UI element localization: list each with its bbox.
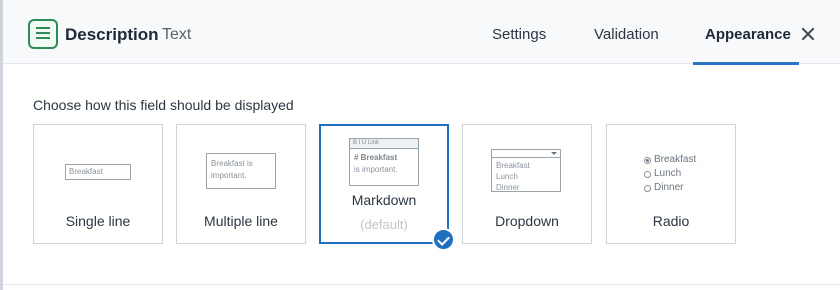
tab-appearance-label: Appearance (705, 26, 791, 43)
radio-icon (644, 170, 651, 178)
dropdown-preview: Breakfast Lunch Dinner (491, 149, 561, 192)
preview-item: Lunch (496, 172, 518, 181)
check-circle-icon (432, 228, 455, 251)
active-tab-indicator (693, 62, 799, 65)
option-label: Radio (652, 213, 690, 229)
option-label: Markdown (351, 192, 417, 208)
option-label: Single line (65, 213, 131, 229)
markdown-preview: B I U Link # Breakfast is important. (349, 138, 419, 186)
preview-item: Breakfast (654, 154, 697, 165)
tab-validation[interactable]: Validation (594, 26, 659, 43)
multiple-line-preview: Breakfast is important. (206, 153, 276, 189)
radio-preview: Breakfast Lunch Dinner (644, 153, 696, 195)
radio-icon (644, 156, 651, 164)
preview-item: Breakfast (496, 161, 530, 170)
single-line-preview: Breakfast (65, 164, 131, 180)
field-title: Description (65, 25, 159, 44)
chevron-down-icon (492, 150, 560, 158)
text-lines-icon (28, 19, 58, 49)
tab-settings[interactable]: Settings (492, 26, 546, 43)
markdown-toolbar: B I U Link (350, 139, 418, 149)
preview-item: Dinner (654, 182, 684, 193)
preview-line: Breakfast is (211, 159, 253, 168)
option-markdown[interactable]: B I U Link # Breakfast is important. Mar… (319, 124, 449, 244)
option-radio[interactable]: Breakfast Lunch Dinner Radio (606, 124, 736, 244)
preview-item: Dinner (496, 183, 520, 192)
appearance-prompt: Choose how this field should be displaye… (33, 97, 294, 113)
field-type: Text (162, 26, 192, 43)
option-label: Dropdown (495, 213, 559, 229)
option-dropdown[interactable]: Breakfast Lunch Dinner Dropdown (462, 124, 592, 244)
dialog-header: Description Text Settings Validation App… (3, 0, 840, 65)
default-note: (default) (360, 217, 408, 232)
tab-appearance[interactable]: Appearance (693, 0, 799, 65)
divider (3, 284, 840, 285)
preview-line: is important. (354, 165, 398, 174)
preview-item: Lunch (654, 168, 682, 179)
option-multiple-line[interactable]: Breakfast is important. Multiple line (176, 124, 306, 244)
option-single-line[interactable]: Breakfast Single line (33, 124, 163, 244)
radio-icon (644, 184, 651, 192)
preview-line: # Breakfast (354, 153, 398, 162)
option-label: Multiple line (204, 213, 278, 229)
close-icon[interactable] (800, 26, 816, 42)
preview-line: important. (211, 171, 247, 180)
